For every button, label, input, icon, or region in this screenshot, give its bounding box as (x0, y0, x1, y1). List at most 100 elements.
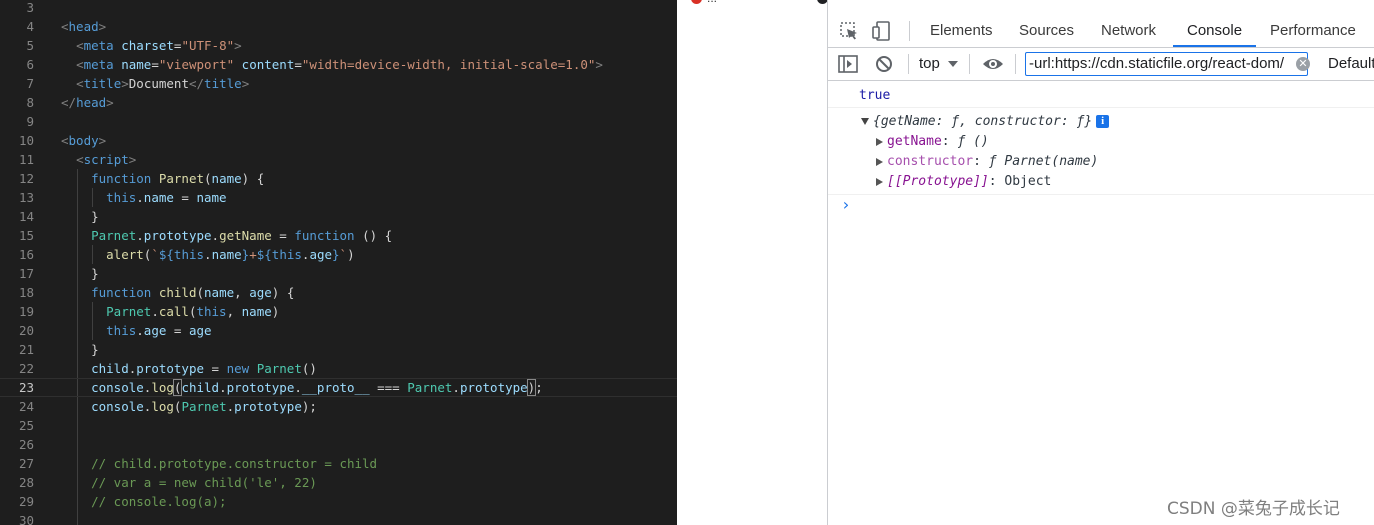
code-line[interactable]: 12 function Parnet(name) { (0, 169, 677, 188)
line-number: 4 (26, 19, 34, 34)
toolbar-divider (909, 21, 910, 41)
tab-sources[interactable]: Sources (1005, 14, 1088, 47)
code-editor[interactable]: 3 4 <head> 5 <meta charset="UTF-8"> 6 <me… (0, 0, 677, 525)
line-number: 13 (18, 190, 34, 205)
code-line[interactable]: 4 <head> (0, 17, 677, 36)
object-property[interactable]: getName: ƒ () (828, 132, 1374, 152)
line-number: 6 (26, 57, 34, 72)
console-filter-input[interactable]: -url:https://cdn.staticfile.org/react-do… (1025, 52, 1308, 76)
console-prompt-icon[interactable]: › (841, 195, 851, 214)
code-line[interactable]: 3 (0, 0, 677, 17)
line-number: 8 (26, 95, 34, 110)
sidebar-toggle-icon[interactable] (837, 53, 859, 75)
line-number: 26 (18, 437, 34, 452)
code-line[interactable]: 20 this.age = age (0, 321, 677, 340)
code-line[interactable]: 16 alert(`${this.name}+${this.age}`) (0, 245, 677, 264)
object-property[interactable]: [[Prototype]]: Object (828, 172, 1374, 192)
code-line[interactable]: 25 (0, 416, 677, 435)
eye-icon[interactable] (982, 53, 1004, 75)
code-line[interactable]: 27 // child.prototype.constructor = chil… (0, 454, 677, 473)
line-number: 14 (18, 209, 34, 224)
tab-console[interactable]: Console (1173, 14, 1257, 47)
console-object-summary[interactable]: {getName: ƒ, constructor: ƒ} i (828, 112, 1374, 132)
inspect-element-icon[interactable] (838, 20, 860, 42)
code-text: console.log(child.prototype.__proto__ ==… (91, 379, 543, 396)
chevron-down-icon[interactable] (948, 61, 958, 67)
code-line[interactable]: 11 <script> (0, 150, 677, 169)
code-text: child.prototype = new Parnet() (91, 361, 317, 376)
clear-console-icon[interactable] (873, 53, 895, 75)
code-line[interactable]: 5 <meta charset="UTF-8"> (0, 36, 677, 55)
line-number: 18 (18, 285, 34, 300)
bookmark-label: ... (707, 0, 717, 5)
code-text: </head> (61, 95, 114, 110)
line-number: 11 (18, 152, 34, 167)
code-text: console.log(Parnet.prototype); (91, 399, 317, 414)
tab-performance[interactable]: Performance (1256, 14, 1370, 47)
code-line[interactable]: 10 <body> (0, 131, 677, 150)
code-line[interactable]: 7 <title>Document</title> (0, 74, 677, 93)
code-text: function child(name, age) { (91, 285, 295, 300)
line-number: 16 (18, 247, 34, 262)
code-text: } (91, 209, 99, 224)
code-line[interactable]: 28 // var a = new child('le', 22) (0, 473, 677, 492)
property-value: ƒ Parnet(name) (988, 154, 1099, 169)
code-line[interactable]: 18 function child(name, age) { (0, 283, 677, 302)
expand-arrow-icon[interactable] (876, 157, 883, 166)
code-line[interactable]: 22 child.prototype = new Parnet() (0, 359, 677, 378)
code-text: // child.prototype.constructor = child (91, 456, 378, 471)
line-number: 7 (26, 76, 34, 91)
console-toolbar: top -url:https://cdn.staticfile.org/reac… (828, 48, 1374, 81)
object-property[interactable]: constructor: ƒ Parnet(name) (828, 152, 1374, 172)
code-line[interactable]: 26 (0, 435, 677, 454)
code-line[interactable]: 19 Parnet.call(this, name) (0, 302, 677, 321)
code-line[interactable]: 24 console.log(Parnet.prototype); (0, 397, 677, 416)
code-line[interactable]: 8 </head> (0, 93, 677, 112)
device-toolbar-icon[interactable] (871, 20, 893, 42)
code-text: this.name = name (106, 190, 227, 205)
property-key: getName (887, 134, 942, 149)
clear-filter-icon[interactable]: ✕ (1296, 57, 1310, 71)
page-viewport[interactable] (677, 0, 827, 525)
expand-arrow-icon[interactable] (876, 137, 883, 146)
code-line[interactable]: 13 this.name = name (0, 188, 677, 207)
line-number: 30 (18, 513, 34, 525)
code-line[interactable]: 9 (0, 112, 677, 131)
bookmark-item[interactable]: ... (691, 0, 717, 5)
code-text: // var a = new child('le', 22) (91, 475, 317, 490)
tab-network[interactable]: Network (1087, 14, 1170, 47)
code-line[interactable]: 29 // console.log(a); (0, 492, 677, 511)
code-text: } (91, 266, 99, 281)
log-levels-dropdown[interactable]: Default (1328, 48, 1374, 80)
object-preview: {getName: ƒ, constructor: ƒ} (873, 114, 1093, 129)
toolbar-divider (908, 54, 909, 74)
property-value: Object (1004, 174, 1052, 189)
boolean-value: true (859, 88, 891, 103)
code-line[interactable]: 17 } (0, 264, 677, 283)
line-number: 19 (18, 304, 34, 319)
code-line[interactable]: 30 (0, 511, 677, 525)
info-icon[interactable]: i (1096, 115, 1110, 128)
line-number: 12 (18, 171, 34, 186)
line-number: 22 (18, 361, 34, 376)
line-number: 23 (18, 380, 34, 395)
code-text: Parnet.call(this, name) (106, 304, 280, 319)
bookmark-icon (691, 0, 702, 5)
code-line[interactable]: 15 Parnet.prototype.getName = function (… (0, 226, 677, 245)
tab-elements[interactable]: Elements (916, 14, 1007, 47)
code-line-current[interactable]: 23 console.log(child.prototype.__proto__… (0, 378, 677, 397)
expand-arrow-icon[interactable] (876, 177, 883, 186)
context-selector[interactable]: top (919, 48, 940, 80)
code-line[interactable]: 21 } (0, 340, 677, 359)
code-line[interactable]: 6 <meta name="viewport" content="width=d… (0, 55, 677, 74)
code-line[interactable]: 14 } (0, 207, 677, 226)
line-number: 10 (18, 133, 34, 148)
message-divider (828, 107, 1374, 108)
code-text: Parnet.prototype.getName = function () { (91, 228, 393, 243)
expand-arrow-icon[interactable] (861, 118, 869, 125)
devtools-panel: Elements Sources Network Console Perform… (827, 0, 1374, 525)
code-text: <body> (61, 133, 107, 148)
code-text: this.age = age (106, 323, 212, 338)
console-message[interactable]: true (828, 86, 1374, 106)
line-number: 27 (18, 456, 34, 471)
